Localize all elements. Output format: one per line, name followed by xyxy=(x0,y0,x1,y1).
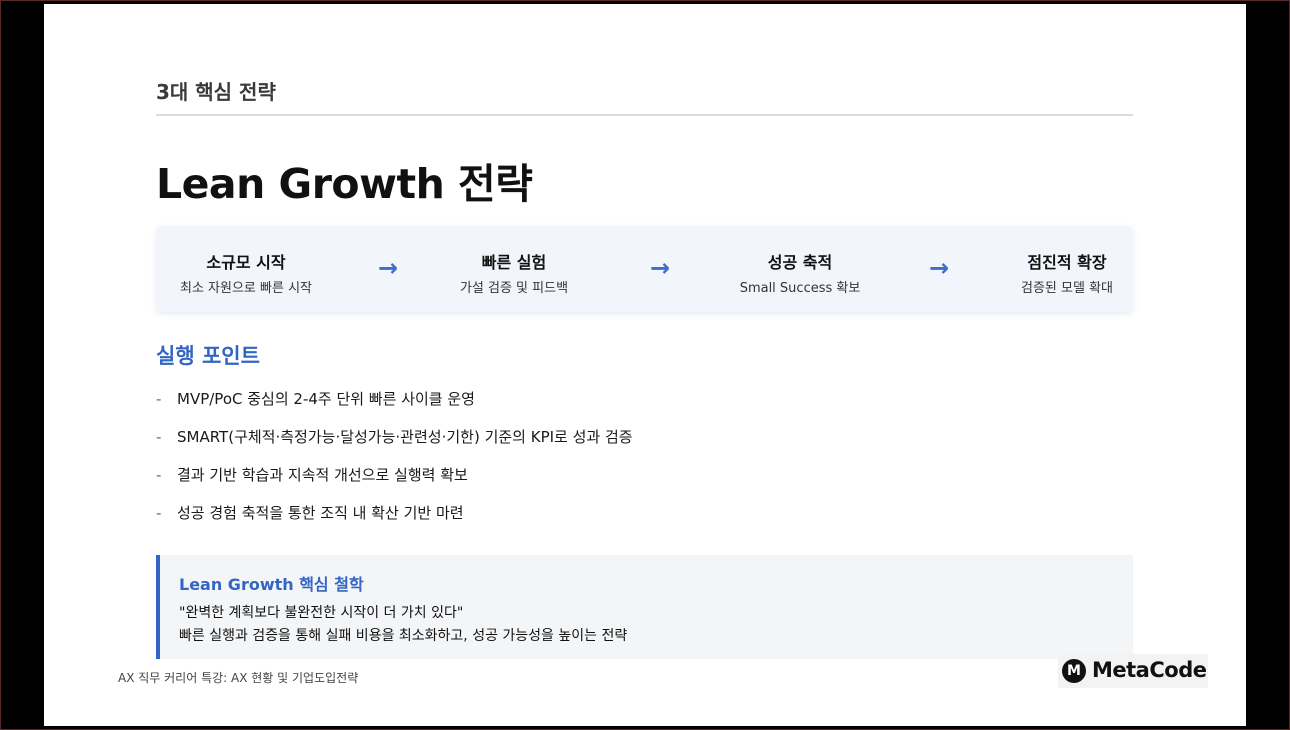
slide-footer: AX 직무 커리어 특강: AX 현황 및 기업도입전략 xyxy=(118,671,359,685)
metacode-logo: M MetaCode xyxy=(1058,654,1208,688)
section-title: 3대 핵심 전략 xyxy=(156,80,276,104)
flow-step-subtitle: Small Success 확보 xyxy=(739,281,861,296)
process-flow: 소규모 시작 최소 자원으로 빠른 시작 → 빠른 실험 가설 검증 및 피드백… xyxy=(156,226,1133,312)
philosophy-callout: Lean Growth 핵심 철학 "완벽한 계획보다 불완전한 시작이 더 가… xyxy=(156,555,1133,659)
bullet-dash-icon: - xyxy=(156,466,162,484)
flow-step-title: 빠른 실험 xyxy=(481,253,547,272)
list-item-text: 결과 기반 학습과 지속적 개선으로 실행력 확보 xyxy=(177,466,468,484)
flow-step-title: 성공 축적 xyxy=(767,253,833,272)
flow-step-accumulate-success: 성공 축적 Small Success 확보 xyxy=(710,226,890,312)
flow-step-small-start: 소규모 시작 최소 자원으로 빠른 시작 xyxy=(156,226,336,312)
flow-step-title: 점진적 확장 xyxy=(1027,253,1107,272)
arrow-right-icon: → xyxy=(649,254,671,282)
list-item-text: MVP/PoC 중심의 2-4주 단위 빠른 사이클 운영 xyxy=(177,390,475,408)
bullet-dash-icon: - xyxy=(156,390,162,408)
bullet-dash-icon: - xyxy=(156,504,162,522)
flow-step-subtitle: 가설 검증 및 피드백 xyxy=(459,281,569,296)
header-divider xyxy=(156,114,1133,116)
list-item-text: SMART(구체적·측정가능·달성가능·관련성·기한) 기준의 KPI로 성과 … xyxy=(177,428,633,446)
callout-description: 빠른 실행과 검증을 통해 실패 비용을 최소화하고, 성공 가능성을 높이는 … xyxy=(179,628,628,644)
bullet-dash-icon: - xyxy=(156,428,162,446)
arrow-right-icon: → xyxy=(377,254,399,282)
logo-wordmark: MetaCode xyxy=(1092,658,1207,682)
execution-points-heading: 실행 포인트 xyxy=(156,344,260,368)
flow-step-gradual-expansion: 점진적 확장 검증된 모델 확대 xyxy=(977,226,1157,312)
flow-step-subtitle: 최소 자원으로 빠른 시작 xyxy=(180,281,312,296)
metacode-logo-icon: M xyxy=(1062,659,1086,683)
callout-quote: "완벽한 계획보다 불완전한 시작이 더 가치 있다" xyxy=(179,605,464,621)
list-item-text: 성공 경험 축적을 통한 조직 내 확산 기반 마련 xyxy=(177,504,464,522)
flow-step-subtitle: 검증된 모델 확대 xyxy=(1021,281,1113,296)
slide: 3대 핵심 전략 Lean Growth 전략 소규모 시작 최소 자원으로 빠… xyxy=(44,4,1246,726)
flow-step-title: 소규모 시작 xyxy=(206,253,286,272)
callout-title: Lean Growth 핵심 철학 xyxy=(179,575,364,594)
flow-step-fast-experiment: 빠른 실험 가설 검증 및 피드백 xyxy=(424,226,604,312)
arrow-right-icon: → xyxy=(928,254,950,282)
slide-title: Lean Growth 전략 xyxy=(156,160,533,208)
callout-accent-bar xyxy=(156,555,160,659)
